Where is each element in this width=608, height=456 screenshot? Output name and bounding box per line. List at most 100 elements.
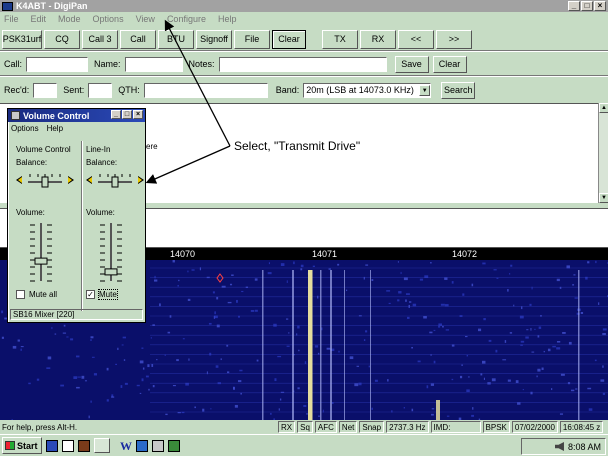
volume-slider[interactable] (26, 221, 56, 283)
tx-button[interactable]: TX (322, 29, 358, 49)
clear-fields-button[interactable]: Clear (432, 55, 467, 73)
menu-view[interactable]: View (136, 14, 155, 24)
task-icon-2[interactable] (136, 439, 148, 452)
qth-field[interactable] (143, 82, 268, 98)
balance-thumb[interactable] (41, 176, 49, 188)
name-field[interactable] (124, 56, 183, 72)
recd-label: Rec'd: (4, 85, 30, 95)
vc-minimize-button[interactable]: _ (111, 110, 121, 119)
forward-button[interactable]: >> (436, 29, 472, 49)
call-field[interactable] (26, 56, 89, 72)
clear-button[interactable]: Clear (272, 29, 306, 49)
minimize-button[interactable]: _ (568, 1, 580, 11)
maximize-button[interactable]: □ (581, 1, 593, 11)
menu-edit[interactable]: Edit (31, 14, 47, 24)
explorer-icon[interactable] (62, 439, 74, 452)
menu-help[interactable]: Help (218, 14, 237, 24)
rx-button[interactable]: RX (360, 29, 396, 49)
channel-name: Line-In (86, 145, 111, 154)
vc-maximize-button[interactable]: □ (122, 110, 132, 119)
receive-scrollbar[interactable]: ▲ ▼ (598, 103, 608, 203)
start-button[interactable]: Start (2, 437, 42, 454)
menu-configure[interactable]: Configure (167, 14, 206, 24)
vc-menu-help[interactable]: Help (47, 124, 63, 133)
mute-all-label: Mute all (29, 290, 58, 299)
band-label: Band: (275, 85, 300, 95)
status-time: 16:08:45 z (559, 421, 604, 433)
speaker-icon[interactable] (554, 442, 564, 451)
windows-logo-icon (5, 441, 15, 450)
menu-file[interactable]: File (4, 14, 19, 24)
status-afc[interactable]: AFC (314, 421, 337, 433)
file-button[interactable]: File (234, 29, 270, 49)
separator (0, 50, 608, 52)
notes-label: Notes: (188, 59, 215, 69)
scale-label-14071: 14071 (312, 249, 338, 259)
help-hint: For help, press Alt-H. (2, 422, 78, 432)
name-label: Name: (94, 59, 121, 69)
notes-field[interactable] (218, 56, 387, 72)
search-button[interactable]: Search (441, 81, 476, 99)
scroll-down-icon[interactable]: ▼ (599, 193, 608, 203)
btu-button[interactable]: BTU (158, 29, 194, 49)
annotation-text: Select, "Transmit Drive" (234, 139, 361, 153)
mute-all-checkbox[interactable] (16, 290, 25, 299)
status-bar: For help, press Alt-H. RX Sq AFC Net Sna… (0, 420, 608, 434)
speaker-app-icon (11, 111, 20, 120)
scroll-up-icon[interactable]: ▲ (599, 103, 608, 113)
task-icon-3[interactable] (152, 439, 164, 452)
volume-thumb[interactable] (104, 268, 118, 276)
cq-button[interactable]: CQ (44, 29, 80, 49)
line-in-column: Line-In Balance: Volume: ✓ Mute (84, 145, 148, 305)
balance-label: Balance: (86, 158, 118, 167)
volume-control-column: Volume Control Balance: Volume: Mute all (14, 145, 78, 305)
recd-field[interactable] (33, 82, 58, 98)
task-icon-4[interactable] (168, 439, 180, 452)
status-net[interactable]: Net (338, 421, 358, 433)
balance-slider[interactable] (14, 171, 76, 189)
volume-control-titlebar: Volume Control _ □ × (8, 109, 145, 122)
volume-label: Volume: (86, 208, 115, 217)
balance-label: Balance: (16, 158, 48, 167)
rewind-button[interactable]: << (398, 29, 434, 49)
desktop-icon[interactable] (46, 439, 58, 452)
call3-button[interactable]: Call 3 (82, 29, 118, 49)
signoff-button[interactable]: Signoff (196, 29, 232, 49)
scale-label-14072: 14072 (452, 249, 478, 259)
digipan-task-icon[interactable] (94, 438, 110, 453)
start-label: Start (17, 440, 38, 451)
sent-field[interactable] (88, 82, 113, 98)
scale-label-14070: 14070 (170, 249, 196, 259)
balance-slider[interactable] (84, 171, 146, 189)
save-button[interactable]: Save (394, 55, 429, 73)
band-select[interactable]: 20m (LSB at 14073.0 KHz) ▼ (303, 82, 432, 98)
status-squelch[interactable]: Sq (297, 421, 313, 433)
menu-options[interactable]: Options (93, 14, 124, 24)
status-imd: IMD: (430, 421, 481, 433)
call-button[interactable]: Call (120, 29, 156, 49)
title-bar: K4ABT - DigiPan _ □ × (0, 0, 608, 12)
close-button[interactable]: × (594, 1, 606, 11)
status-date: 07/02/2000 (511, 421, 558, 433)
mute-checkbox[interactable]: ✓ (86, 290, 95, 299)
vc-close-button[interactable]: × (133, 110, 143, 119)
volume-slider[interactable] (96, 221, 126, 283)
word-icon[interactable]: W (120, 440, 132, 452)
volume-thumb[interactable] (34, 257, 48, 265)
qso-row: Call: Name: Notes: Save Clear (0, 54, 608, 74)
channel-name: Volume Control (16, 145, 71, 154)
separator (0, 75, 608, 77)
balance-thumb[interactable] (111, 176, 119, 188)
system-tray: 8:08 AM (521, 438, 606, 455)
band-value: 20m (LSB at 14073.0 KHz) (306, 85, 414, 95)
chevron-down-icon[interactable]: ▼ (419, 84, 431, 96)
app-icon (2, 1, 13, 11)
menu-mode[interactable]: Mode (58, 14, 81, 24)
window-title: K4ABT - DigiPan (16, 1, 88, 11)
vc-menu-options[interactable]: Options (11, 124, 39, 133)
volume-control-menu: Options Help (8, 122, 145, 134)
status-snap[interactable]: Snap (359, 421, 385, 433)
menu-bar: File Edit Mode Options View Configure He… (0, 12, 608, 25)
app-quicklaunch-icon[interactable] (78, 439, 90, 452)
psk31urf-button[interactable]: PSK31urf (2, 29, 42, 49)
